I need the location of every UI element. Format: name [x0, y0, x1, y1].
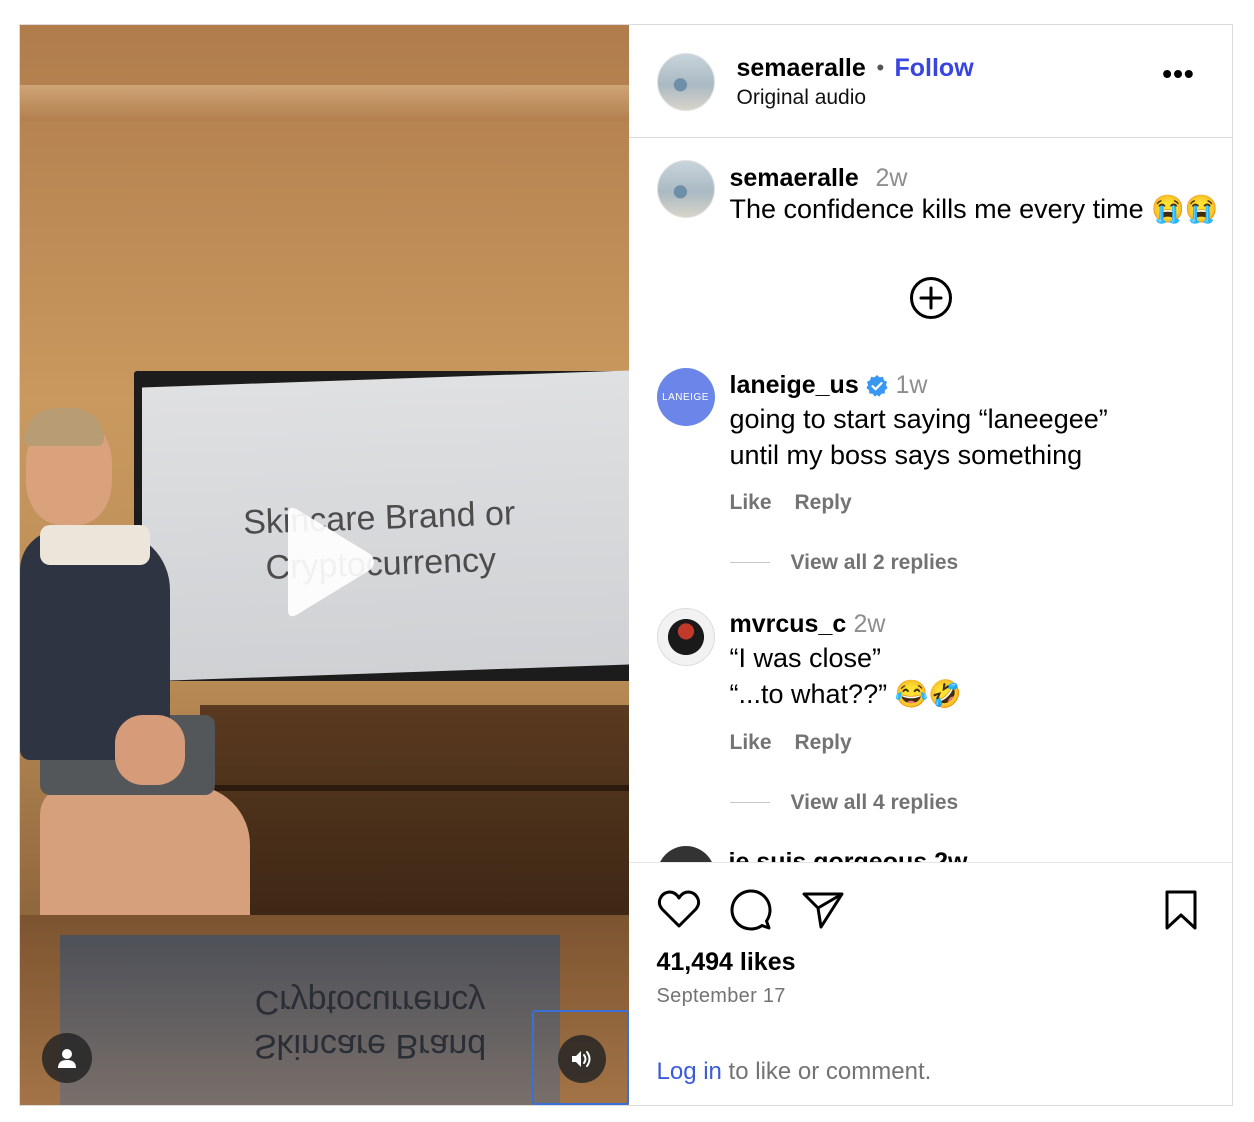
table-reflection-text: Skincare Brand Cryptocurrency [220, 980, 520, 1068]
post-container: Skincare Brand or Cryptocurrency Skincar… [19, 24, 1233, 1106]
heart-icon[interactable] [657, 889, 701, 929]
reflection-line1: Skincare Brand [253, 1027, 487, 1065]
reply-comment-button[interactable]: Reply [795, 491, 852, 515]
bookmark-icon[interactable] [1163, 889, 1199, 931]
follow-button[interactable]: Follow [895, 54, 974, 83]
login-prompt-text: to like or comment. [721, 1058, 932, 1085]
audio-link[interactable]: Original audio [737, 86, 867, 110]
caption-text: The confidence kills me every time 😭😭 [729, 194, 1219, 224]
video-scene-person-collar [40, 525, 150, 565]
replies-divider [729, 562, 770, 563]
video-scene-ceiling [20, 85, 629, 121]
comment-icon[interactable] [729, 888, 773, 932]
caption-time: 2w [875, 164, 908, 192]
share-icon[interactable] [801, 890, 845, 930]
comments-list[interactable]: semaeralle 2w The confidence kills me ev… [629, 138, 1233, 862]
login-prompt: Log in to like or comment. [657, 1058, 932, 1086]
login-link[interactable]: Log in [657, 1058, 722, 1085]
post-date[interactable]: September 17 [657, 985, 786, 1008]
post-details-panel: semaeralle • Follow Original audio ••• s… [628, 25, 1233, 1105]
tv-screen-text: Skincare Brand or Cryptocurrency [218, 489, 541, 592]
audio-toggle-button[interactable] [558, 1035, 606, 1083]
caption-username[interactable]: semaeralle [730, 164, 859, 193]
video-scene-person-hands [115, 715, 185, 785]
post-actions-footer: 41,494 likes September 17 Log in to like… [628, 862, 1233, 1105]
like-comment-button[interactable]: Like [730, 491, 772, 515]
audio-button-focus-ring [532, 1010, 629, 1105]
commenter-avatar[interactable] [656, 846, 715, 862]
author-username[interactable]: semaeralle [737, 54, 866, 83]
comment-text-line2: “...to what??” 😂🤣 [729, 679, 962, 709]
tagged-people-button[interactable] [42, 1033, 92, 1083]
person-tag-icon [58, 1049, 76, 1068]
more-options-icon[interactable]: ••• [1157, 60, 1201, 95]
view-replies-button[interactable]: View all 2 replies [791, 551, 959, 575]
reflection-line2: Cryptocurrency [254, 983, 486, 1021]
play-icon [288, 507, 374, 617]
likes-count[interactable]: 41,494 likes [657, 948, 796, 977]
commenter-avatar[interactable] [656, 608, 715, 666]
like-comment-button[interactable]: Like [730, 731, 772, 755]
verified-badge-icon [865, 375, 888, 397]
comment-text-line1: “I was close” [729, 643, 882, 673]
play-button[interactable] [278, 502, 378, 622]
replies-divider [729, 802, 770, 803]
reply-comment-button[interactable]: Reply [795, 731, 852, 755]
comment-text-line1: going to start saying “laneegee” [729, 404, 1108, 434]
post-header: semaeralle • Follow Original audio ••• [628, 25, 1233, 138]
commenter-avatar[interactable]: LANEIGE [656, 368, 715, 426]
partial-comment: je suis gorgeous 2w [728, 848, 968, 862]
video-scene-stand [200, 705, 629, 935]
load-more-comments-button[interactable] [909, 276, 953, 320]
avatar-brand-text: LANEIGE [662, 391, 709, 403]
video-scene-stand-shelf [200, 785, 629, 791]
caption-avatar[interactable] [656, 160, 715, 218]
comment-text-line2: until my boss says something [729, 440, 1083, 470]
header-separator: • [876, 55, 885, 80]
commenter-username[interactable]: laneige_us [730, 371, 859, 400]
comment-time: 1w [895, 371, 928, 399]
commenter-username[interactable]: mvrcus_c [730, 610, 847, 639]
view-replies-button[interactable]: View all 4 replies [791, 791, 959, 815]
comment-time: 2w [853, 610, 886, 638]
author-avatar[interactable] [656, 53, 715, 111]
add-comment-icon [909, 277, 952, 319]
volume-icon [572, 1051, 591, 1067]
video-player[interactable]: Skincare Brand or Cryptocurrency Skincar… [20, 25, 629, 1105]
